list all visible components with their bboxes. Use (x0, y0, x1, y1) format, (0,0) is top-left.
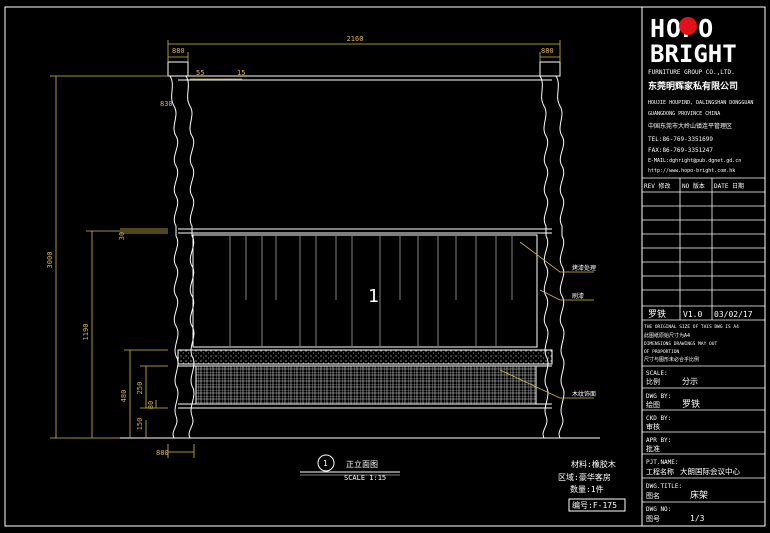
dim-rail-gap: 30 (118, 232, 126, 240)
notice-3: DIMENSIONS DRAWINGS MAY OUT (644, 341, 717, 347)
dwg-by-value: 罗铁 (682, 398, 700, 410)
cad-drawing-sheet: 2160 880 880 55 15 830 3000 1190 30 480 … (4, 6, 766, 527)
rev-author: 罗铁 (648, 308, 666, 320)
dim-overall-width: 2160 (347, 35, 364, 43)
apr-by-cn: 批准 (646, 444, 660, 453)
dim-base-3: 80 (147, 401, 155, 409)
annotation-label-1: 烤漆处理 (572, 264, 596, 272)
annotation-label-2: 刷漆 (572, 292, 584, 300)
addr-1: HOUJIE HOUPIND, DALINGSHAN DONGGUAN (648, 100, 753, 106)
view-title: 1 正立面图 SCALE 1:15 (300, 454, 400, 482)
dim-overall-height: 3000 (46, 252, 54, 269)
addr-cn: 中国东莞市大岭山镇连平管理区 (648, 122, 732, 130)
notice-1: THE ORIGINAL SIZE OF THIS DWG IS A4 (644, 324, 739, 330)
dwg-by-label: DWG BY: (646, 393, 671, 400)
base-panel (195, 365, 537, 405)
left-post (169, 75, 179, 439)
material-text: 材料:橡胶木 (571, 459, 616, 469)
view-number: 1 (323, 459, 328, 468)
logo-red-dot (679, 17, 697, 35)
apr-by-label: APR BY: (646, 437, 671, 444)
scale-label: SCALE: (646, 370, 668, 377)
dim-post-right: 880 (541, 47, 554, 55)
view-title-text: 正立面图 (346, 459, 378, 469)
right-post (539, 75, 549, 439)
notice-4: OF PROPORTION (644, 349, 680, 355)
dim-post-left: 880 (172, 47, 185, 55)
gravel-strip (177, 349, 553, 365)
dim-bottom-post: 880 (156, 449, 169, 457)
dwg-no-value: 1/3 (690, 514, 705, 523)
dim-top-rail: 830 (160, 100, 173, 108)
annotation-label-3: 木纹饰面 (572, 390, 596, 398)
dwg-title-cn: 图名 (646, 491, 660, 500)
dwg-by-cn: 绘图 (646, 400, 660, 409)
chk-by-cn: 审核 (646, 422, 660, 431)
dim-small-1: 55 (196, 69, 204, 77)
company-cn: 东莞明辉家私有限公司 (648, 80, 738, 92)
chk-by-label: CKD BY: (646, 415, 671, 422)
rev-header-date: DATE 日期 (714, 182, 744, 190)
code-text: 编号:F-175 (572, 500, 617, 510)
leader-texts: 烤漆处理 刷漆 木纹饰面 (572, 264, 596, 398)
project-cn: 工程名称 (646, 467, 674, 476)
view-scale: SCALE 1:15 (344, 474, 386, 482)
scale-cn: 比例 (646, 377, 660, 386)
dwg-no-label: DWG NO: (646, 506, 671, 513)
dwg-title-label: DWG.TITLE: (646, 483, 682, 490)
project-value: 大朗国际会议中心 (680, 466, 740, 476)
website: http://www.hopo-bright.com.hk (648, 168, 735, 174)
dim-base-4: 150 (136, 418, 144, 431)
dim-base-2: 250 (136, 382, 144, 395)
fax: FAX:86-769-3351247 (648, 147, 713, 154)
dim-base-1: 480 (120, 390, 128, 403)
addr-2: GUANGDONG PROVINCE CHINA (648, 111, 720, 117)
notice-5: 尺寸与图形未必合乎比例 (644, 356, 699, 363)
dwg-no-cn: 图号 (646, 515, 660, 523)
rev-header-rev: REV 修改 (644, 182, 670, 190)
dim-small-2: 15 (237, 69, 245, 77)
email: E-MAIL:dghright@pub.dgnet.gd.cn (648, 158, 741, 164)
material-note: 材料:橡胶木 区域:豪华客房 数量:1件 编号:F-175 (558, 459, 626, 512)
logo-bright: BRIGHT (650, 40, 737, 68)
quantity-text: 数量:1件 (570, 484, 604, 494)
rev-version: V1.0 (683, 310, 702, 319)
rev-header-no: NO 版本 (682, 182, 705, 190)
company-en: FURNITURE GROUP CO.,LTD. (648, 69, 735, 76)
project-label: PJT.NAME: (646, 459, 679, 466)
scale-value: 分示 (682, 377, 698, 386)
notice-2: 此图纸原始尺寸为A4 (644, 332, 690, 339)
area-text: 区域:豪华客房 (558, 472, 611, 482)
center-mark: 1 (368, 286, 379, 307)
elevation-drawing (120, 61, 600, 439)
dwg-title-value: 床架 (690, 489, 708, 501)
tel: TEL:86-769-3351699 (648, 136, 713, 143)
rev-date: 03/02/17 (714, 310, 753, 319)
title-block: HOPO BRIGHT FURNITURE GROUP CO.,LTD. 东莞明… (642, 14, 765, 523)
dim-mid-height: 1190 (82, 324, 90, 341)
